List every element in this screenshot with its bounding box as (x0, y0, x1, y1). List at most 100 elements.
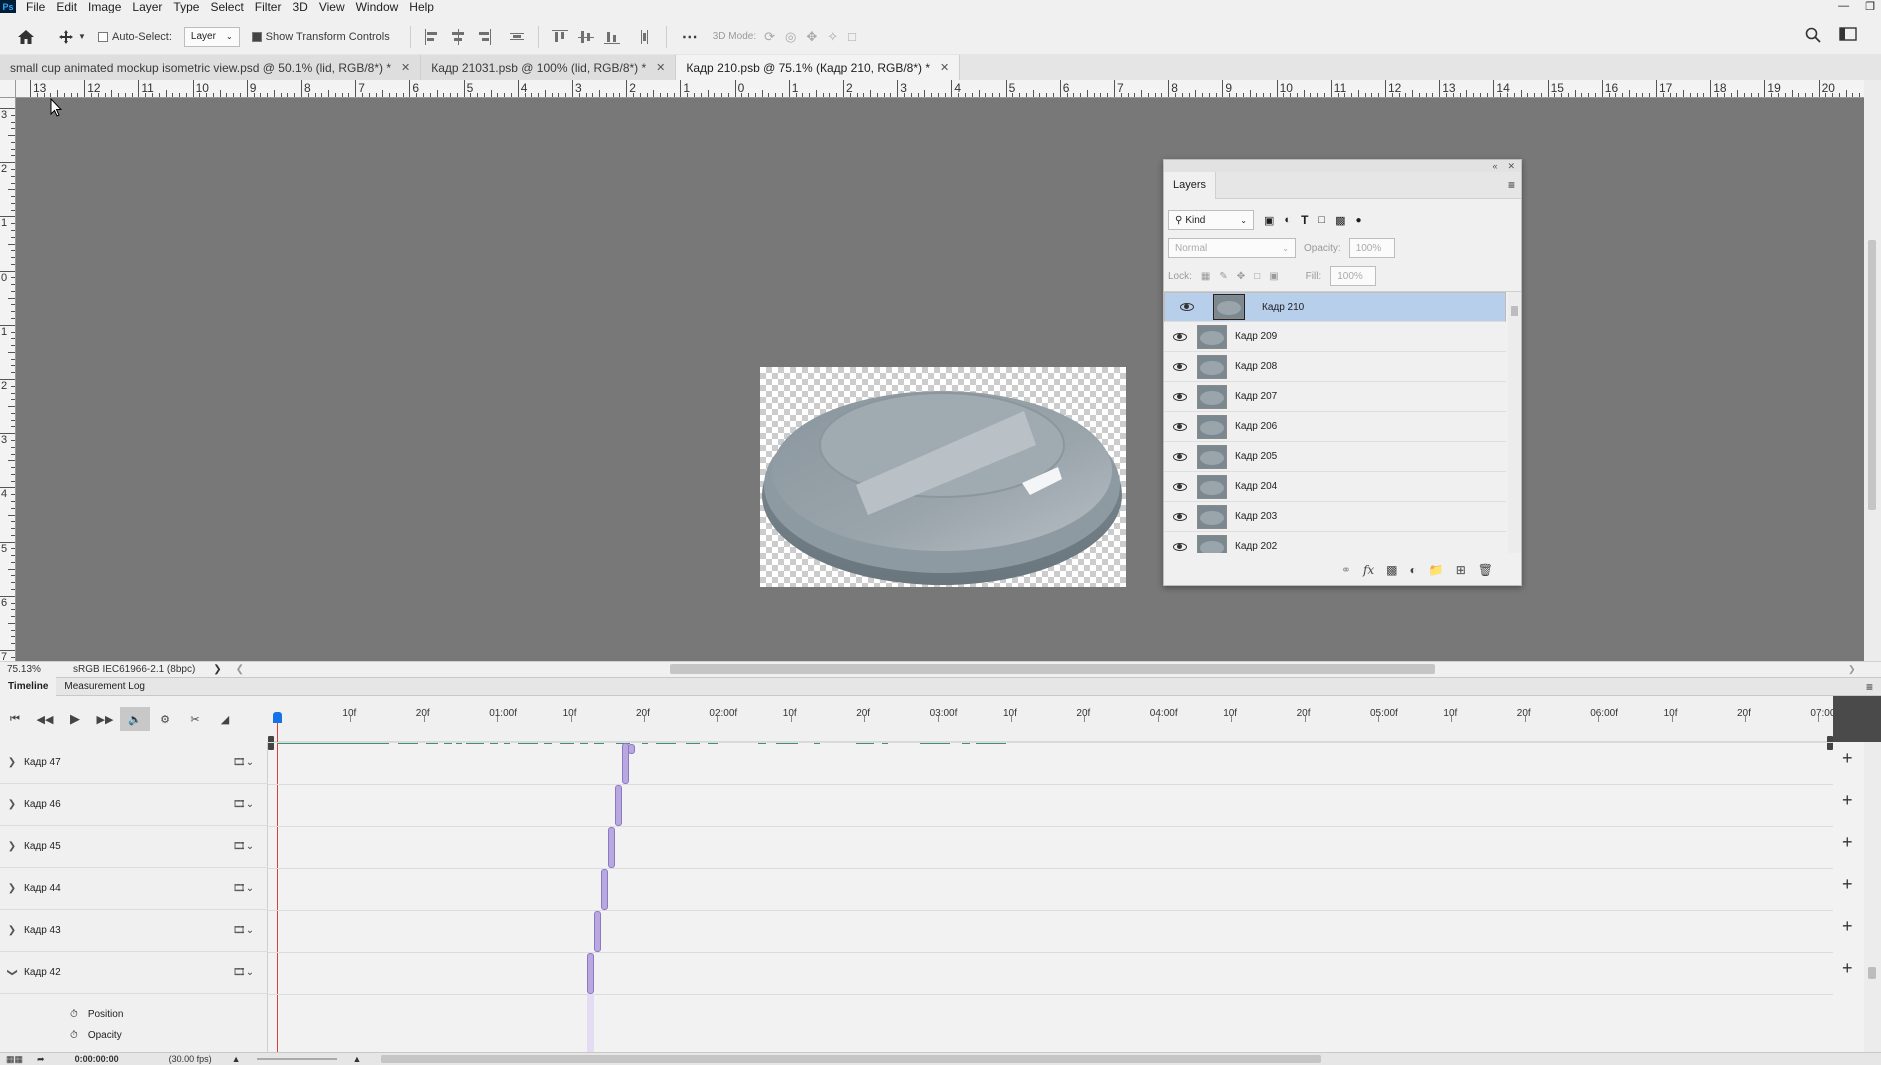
blend-mode-dropdown[interactable]: Normal ⌄ (1168, 238, 1296, 258)
layer-row[interactable]: Кадр 203 (1164, 502, 1506, 532)
more-options-icon[interactable]: ⋯ (675, 25, 705, 49)
layer-row[interactable]: Кадр 202 (1164, 532, 1506, 553)
video-clip[interactable] (587, 953, 594, 994)
track-row[interactable]: ❯ Кадр 46 🎞⌄ (0, 784, 268, 826)
playhead-handle[interactable] (273, 712, 282, 723)
canvas-area[interactable] (16, 98, 1864, 661)
align-right-edges-icon[interactable] (474, 27, 494, 47)
distribute-horizontal-icon[interactable] (635, 27, 655, 47)
filter-type-icon[interactable]: T (1301, 213, 1308, 227)
playback-settings-gear-icon[interactable]: ⚙ (150, 707, 180, 731)
lock-transparent-icon[interactable]: ▦ (1201, 271, 1210, 282)
delete-layer-trash-icon[interactable]: 🗑 (1478, 563, 1493, 577)
visibility-eye-icon[interactable] (1180, 303, 1194, 311)
filter-toggle-icon[interactable]: ● (1355, 215, 1361, 226)
work-area-start-handle[interactable] (268, 736, 274, 750)
next-frame-icon[interactable]: ▶▶ (90, 707, 120, 731)
layer-row[interactable]: Кадр 208 (1164, 352, 1506, 382)
tab-document-2[interactable]: Кадр 21031.psb @ 100% (lid, RGB/8*) * ✕ (421, 55, 677, 80)
canvas-horizontal-scrollbar-thumb[interactable] (670, 664, 1435, 674)
menu-select[interactable]: Select (210, 0, 243, 14)
film-strip-icon[interactable]: 🎞⌄ (233, 967, 254, 978)
menu-3d[interactable]: 3D (292, 0, 307, 14)
layer-filter-dropdown[interactable]: ⚲ Kind ⌄ (1168, 210, 1254, 230)
menu-help[interactable]: Help (409, 0, 434, 14)
visibility-eye-icon[interactable] (1173, 512, 1187, 521)
3d-roll-icon[interactable]: ◎ (785, 29, 796, 45)
auto-select-target-dropdown[interactable]: Layer ⌄ (183, 26, 240, 47)
expand-chevron-icon[interactable]: ❯ (0, 799, 24, 810)
zoom-in-mountain-icon[interactable]: ▲ (353, 1054, 362, 1064)
track-row[interactable]: ❯ Кадр 45 🎞⌄ (0, 826, 268, 868)
lock-image-icon[interactable]: ✎ (1219, 271, 1227, 282)
close-tab-icon[interactable]: ✕ (940, 61, 949, 74)
transition-icon[interactable]: ◢ (210, 707, 240, 731)
video-clip[interactable] (608, 827, 615, 868)
tab-document-3[interactable]: Кадр 210.psb @ 75.1% (Кадр 210, RGB/8*) … (676, 55, 961, 80)
menu-layer[interactable]: Layer (132, 0, 162, 14)
show-transform-controls-checkbox[interactable] (251, 31, 262, 42)
film-strip-icon[interactable]: 🎞⌄ (233, 799, 254, 810)
audio-mute-icon[interactable]: 🔈 (120, 707, 150, 731)
add-media-plus-icon[interactable]: + (1842, 916, 1853, 937)
link-layers-icon[interactable]: ⚭ (1341, 563, 1351, 577)
expand-chevron-icon[interactable]: ❯ (0, 757, 24, 768)
add-media-plus-icon[interactable]: + (1842, 958, 1853, 979)
align-vertical-centers-icon[interactable] (576, 27, 596, 47)
tab-layers[interactable]: Layers (1164, 171, 1217, 199)
layers-scrollbar[interactable] (1508, 292, 1521, 553)
panel-menu-icon[interactable]: ≡ (1508, 178, 1515, 192)
visibility-eye-icon[interactable] (1173, 542, 1187, 551)
ruler-origin[interactable] (0, 80, 16, 98)
layer-row[interactable]: Кадр 204 (1164, 472, 1506, 502)
lock-all-icon[interactable]: ▣ (1269, 271, 1278, 282)
stopwatch-icon[interactable]: ⏱ (70, 1009, 78, 1020)
first-frame-icon[interactable]: ⏮ (0, 707, 30, 731)
menu-file[interactable]: File (26, 0, 45, 14)
layer-row[interactable]: Кадр 205 (1164, 442, 1506, 472)
distribute-vertical-icon[interactable] (507, 27, 527, 47)
menu-filter[interactable]: Filter (255, 0, 282, 14)
scroll-right-icon[interactable]: ❯ (1848, 664, 1856, 675)
menu-window[interactable]: Window (356, 0, 399, 14)
visibility-eye-icon[interactable] (1173, 452, 1187, 461)
document-canvas[interactable] (760, 367, 1126, 587)
add-media-plus-icon[interactable]: + (1842, 832, 1853, 853)
video-clip[interactable] (628, 744, 635, 754)
film-strip-icon[interactable]: 🎞⌄ (233, 757, 254, 768)
filter-smart-object-icon[interactable]: ▩ (1335, 214, 1345, 227)
tab-document-1[interactable]: small cup animated mockup isometric view… (0, 55, 422, 80)
canvas-vertical-scrollbar[interactable] (1864, 80, 1881, 661)
convert-to-frame-animation-icon[interactable]: ▦▦ (6, 1054, 23, 1065)
close-tab-icon[interactable]: ✕ (656, 61, 665, 74)
add-media-plus-icon[interactable]: + (1842, 790, 1853, 811)
render-video-icon[interactable]: ➦ (37, 1054, 45, 1065)
stopwatch-icon[interactable]: ⏱ (70, 1030, 78, 1041)
track-row[interactable]: ❯ Кадр 43 🎞⌄ (0, 910, 268, 952)
menu-view[interactable]: View (319, 0, 345, 14)
timeline-tracks-area[interactable]: 10f 20f 01:00f 10f 20f 02:00f 10f 20f 03:00f 10f 2… (268, 696, 1833, 1052)
property-row-opacity[interactable]: ⏱ Opacity (0, 1025, 268, 1045)
filter-adjustment-icon[interactable]: ◐ (1284, 214, 1291, 226)
zoom-out-mountain-icon[interactable]: ▲ (232, 1054, 241, 1064)
scrollbar-thumb[interactable] (1868, 967, 1876, 979)
track-row[interactable]: ❯ Кадр 47 🎞⌄ (0, 742, 268, 784)
3d-scale-icon[interactable]: □ (848, 29, 856, 44)
tab-measurement-log[interactable]: Measurement Log (56, 677, 153, 696)
video-clip[interactable] (615, 785, 622, 826)
expand-chevron-icon[interactable]: ❯ (0, 841, 24, 852)
expand-chevron-icon[interactable]: ❯ (0, 925, 24, 936)
track-row[interactable]: ❯ Кадр 42 🎞⌄ (0, 952, 268, 994)
split-at-playhead-scissors-icon[interactable]: ✂ (180, 707, 210, 731)
close-tab-icon[interactable]: ✕ (401, 61, 410, 74)
film-strip-icon[interactable]: 🎞⌄ (233, 925, 254, 936)
fill-input[interactable]: 100% (1330, 266, 1377, 286)
scrollbar-thumb[interactable] (1511, 306, 1518, 316)
workspace-switcher-icon[interactable] (1839, 27, 1857, 44)
search-icon[interactable] (1805, 27, 1821, 46)
lock-position-icon[interactable]: ✥ (1237, 271, 1245, 282)
add-mask-icon[interactable]: ▩ (1386, 563, 1397, 577)
film-strip-icon[interactable]: 🎞⌄ (233, 883, 254, 894)
video-clip[interactable] (601, 869, 608, 910)
filter-shape-icon[interactable]: □ (1318, 214, 1325, 226)
